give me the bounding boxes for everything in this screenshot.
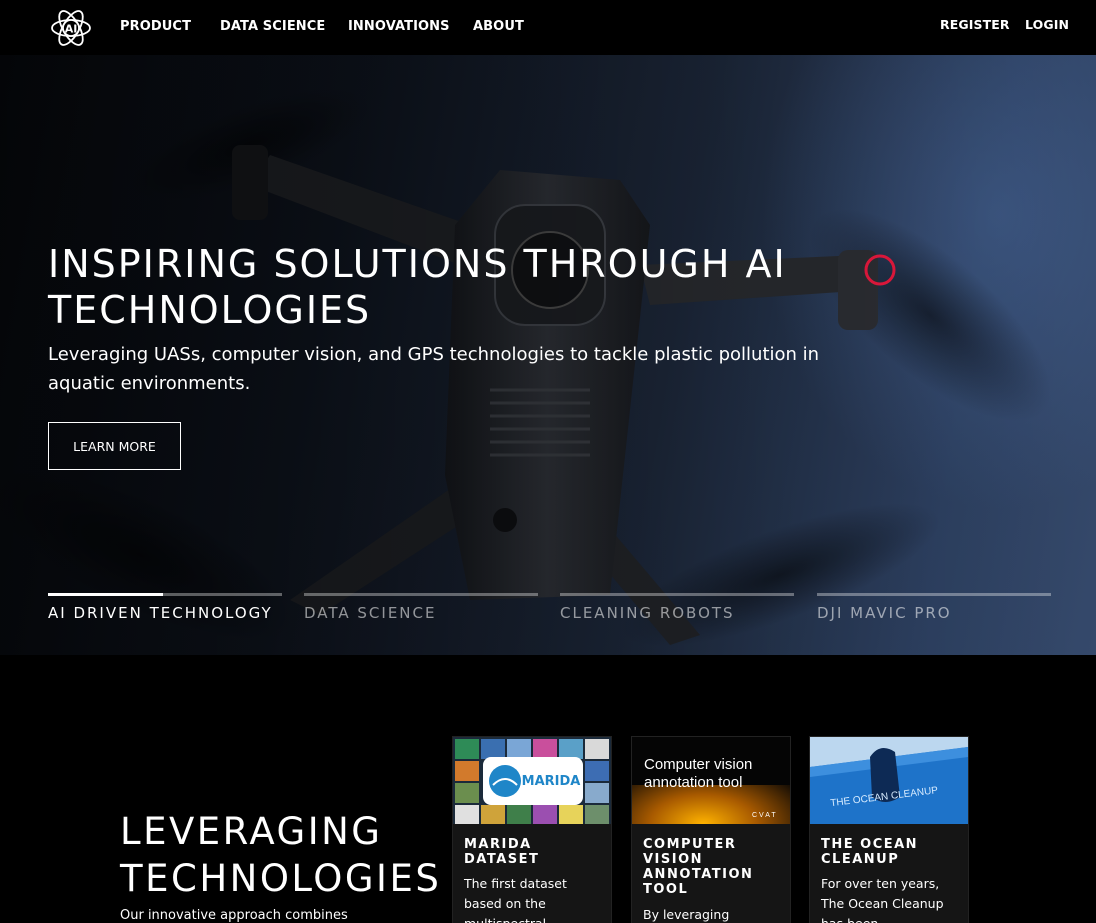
card-text: For over ten years, The Ocean Cleanup ha… (821, 876, 944, 923)
card-marida-dataset[interactable]: MARIDA MARIDA DATASET The first dataset … (452, 736, 612, 923)
nav-data-science[interactable]: DATA SCIENCE (220, 19, 325, 34)
section-subtitle: Our innovative approach combines (120, 908, 348, 923)
login-link[interactable]: LOGIN (1025, 17, 1069, 32)
card-text: The first dataset based on the multispec… (464, 876, 567, 923)
cvat-image-footer: CVAT (752, 812, 778, 819)
card-cvat[interactable]: Computer vision annotation tool CVAT COM… (631, 736, 791, 923)
slide-progress-bar (48, 593, 163, 596)
hero-slide-tabs: AI DRIVEN TECHNOLOGY DATA SCIENCE CLEANI… (48, 593, 1051, 633)
nav-innovations[interactable]: INNOVATIONS (348, 19, 450, 34)
top-navbar: AI PRODUCT DATA SCIENCE INNOVATIONS ABOU… (0, 0, 1096, 55)
hero-title: INSPIRING SOLUTIONS THROUGH AI TECHNOLOG… (48, 242, 787, 332)
slide-tab-label: DJI MAVIC PRO (817, 604, 952, 622)
hero-subtitle: Leveraging UASs, computer vision, and GP… (48, 344, 820, 394)
card-title: COMPUTER VISION ANNOTATION TOOL (643, 837, 754, 897)
hero-banner: INSPIRING SOLUTIONS THROUGH AI TECHNOLOG… (0, 55, 1096, 655)
slide-tab-data-science[interactable]: DATA SCIENCE (304, 593, 538, 633)
nav-product[interactable]: PRODUCT (120, 19, 191, 34)
register-link[interactable]: REGISTER (940, 17, 1010, 32)
cvat-image-line2: annotation tool (644, 774, 742, 791)
marida-badge-text: MARIDA (522, 774, 581, 789)
slide-tab-label: CLEANING ROBOTS (560, 604, 735, 622)
card-text: By leveraging (643, 907, 730, 922)
cvat-card-image: Computer vision annotation tool CVAT (632, 737, 790, 824)
card-title: MARIDA DATASET (464, 837, 540, 867)
ocean-cleanup-card-image: THE OCEAN CLEANUP (810, 737, 968, 824)
slide-tab-cleaning-robots[interactable]: CLEANING ROBOTS (560, 593, 794, 633)
section-title: LEVERAGING TECHNOLOGIES (120, 810, 442, 900)
logo-text: AI (65, 23, 78, 36)
slide-tab-label: DATA SCIENCE (304, 604, 437, 622)
marida-card-image: MARIDA (453, 737, 611, 824)
cvat-image-line1: Computer vision (644, 756, 752, 773)
nav-about[interactable]: ABOUT (473, 19, 524, 34)
slide-tab-ai-driven-technology[interactable]: AI DRIVEN TECHNOLOGY (48, 593, 282, 633)
technologies-section: LEVERAGING TECHNOLOGIES Our innovative a… (0, 655, 1096, 923)
card-ocean-cleanup[interactable]: THE OCEAN CLEANUP THE OCEAN CLEANUP For … (809, 736, 969, 923)
learn-more-button[interactable]: LEARN MORE (48, 422, 181, 470)
slide-tab-dji-mavic-pro[interactable]: DJI MAVIC PRO (817, 593, 1051, 633)
card-title: THE OCEAN CLEANUP (821, 837, 919, 867)
slide-tab-label: AI DRIVEN TECHNOLOGY (48, 604, 273, 622)
ai-logo-icon[interactable]: AI (48, 5, 94, 51)
